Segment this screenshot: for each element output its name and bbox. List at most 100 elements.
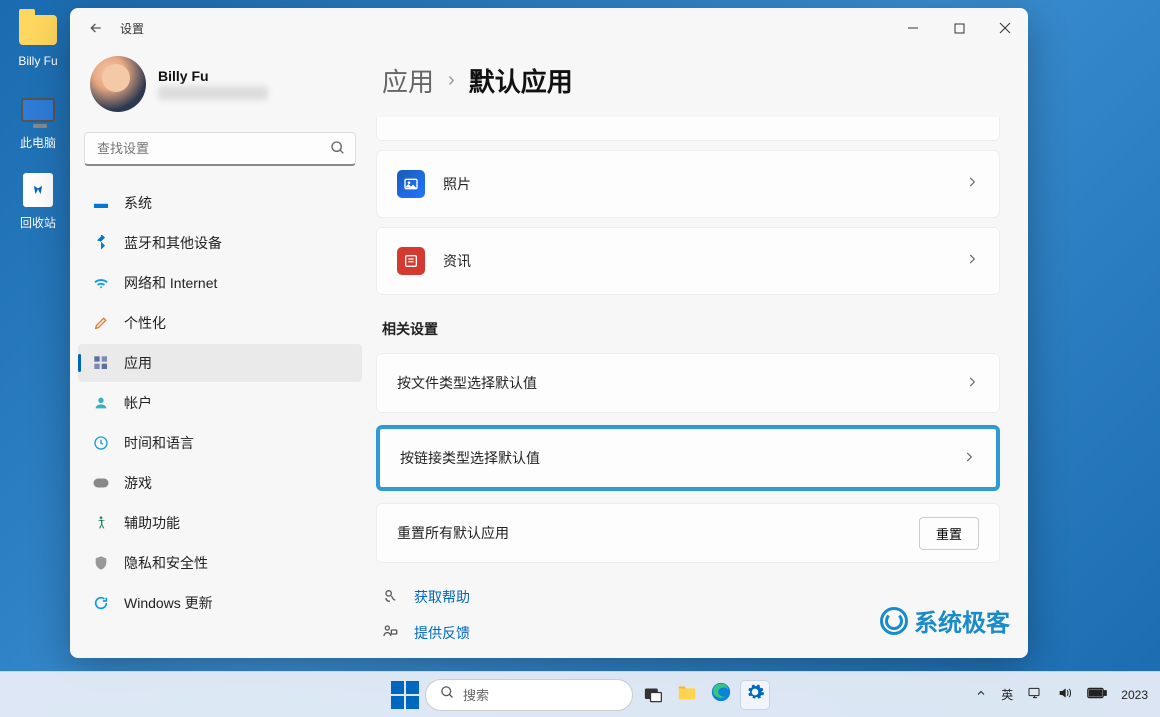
taskbar-search-placeholder: 搜索 <box>463 685 489 704</box>
folder-icon <box>676 681 698 708</box>
row-label: 重置所有默认应用 <box>397 523 919 543</box>
person-icon <box>92 394 110 412</box>
task-view-icon <box>643 685 663 705</box>
sidebar-item-label: Windows 更新 <box>124 593 213 613</box>
avatar <box>90 56 146 112</box>
search-icon <box>330 140 346 161</box>
help-icon <box>382 588 400 607</box>
taskbar-year[interactable]: 2023 <box>1121 688 1148 702</box>
news-app-icon <box>397 247 425 275</box>
back-button[interactable] <box>84 16 108 40</box>
taskbar: 搜索 英 2023 <box>0 671 1160 717</box>
titlebar: 设置 <box>70 8 1028 48</box>
taskbar-search[interactable]: 搜索 <box>425 679 633 711</box>
taskbar-tray: 英 2023 <box>975 686 1148 703</box>
start-button[interactable] <box>391 681 419 709</box>
sidebar-item-privacy[interactable]: 隐私和安全性 <box>78 544 362 582</box>
battery-tray-icon[interactable] <box>1087 687 1107 702</box>
sidebar-item-bluetooth[interactable]: 蓝牙和其他设备 <box>78 224 362 262</box>
sidebar-item-label: 帐户 <box>124 393 152 413</box>
row-label: 按链接类型选择默认值 <box>400 448 962 468</box>
chevron-right-icon <box>965 252 979 271</box>
chevron-right-icon <box>965 175 979 194</box>
watermark-icon <box>880 607 908 635</box>
apps-icon <box>92 354 110 372</box>
photos-app-icon <box>397 170 425 198</box>
desktop-icon-label: 回收站 <box>8 214 68 231</box>
wifi-icon <box>92 274 110 292</box>
taskbar-task-view[interactable] <box>639 681 667 709</box>
row-choose-defaults-by-filetype[interactable]: 按文件类型选择默认值 <box>376 353 1000 413</box>
maximize-button[interactable] <box>936 8 982 48</box>
monitor-icon: ▬ <box>92 194 110 212</box>
link-label: 提供反馈 <box>414 623 470 643</box>
gear-icon <box>745 682 765 707</box>
search-icon <box>440 685 455 705</box>
desktop-icon-recycle-bin[interactable]: 回收站 <box>8 170 68 231</box>
sidebar-item-label: 时间和语言 <box>124 433 194 453</box>
minimize-button[interactable] <box>890 8 936 48</box>
taskbar-settings[interactable] <box>741 681 769 709</box>
sidebar-item-label: 网络和 Internet <box>124 273 217 293</box>
breadcrumb: 应用 › 默认应用 <box>376 62 1000 99</box>
sidebar-item-network[interactable]: 网络和 Internet <box>78 264 362 302</box>
maximize-icon <box>954 23 965 34</box>
taskbar-explorer[interactable] <box>673 681 701 709</box>
desktop-icon-folder[interactable]: Billy Fu <box>8 10 68 68</box>
accessibility-icon <box>92 514 110 532</box>
update-icon <box>92 594 110 612</box>
feedback-icon <box>382 624 400 643</box>
settings-window: 设置 Billy Fu ▬ <box>70 8 1028 658</box>
search-input[interactable] <box>84 132 356 166</box>
sidebar-item-label: 蓝牙和其他设备 <box>124 233 222 253</box>
gamepad-icon <box>92 474 110 492</box>
sidebar-item-label: 隐私和安全性 <box>124 553 208 573</box>
globe-clock-icon <box>92 434 110 452</box>
network-tray-icon[interactable] <box>1027 686 1043 703</box>
search-wrap <box>84 132 356 166</box>
taskbar-edge[interactable] <box>707 681 735 709</box>
close-icon <box>999 22 1011 34</box>
bluetooth-icon <box>92 234 110 252</box>
row-reset-all-defaults: 重置所有默认应用 重置 <box>376 503 1000 563</box>
card-partial-top[interactable] <box>376 117 1000 141</box>
arrow-left-icon <box>88 20 104 36</box>
default-app-card-photos[interactable]: 照片 <box>376 150 1000 218</box>
sidebar-item-windows-update[interactable]: Windows 更新 <box>78 584 362 622</box>
chevron-right-icon <box>965 375 979 392</box>
default-app-card-news[interactable]: 资讯 <box>376 227 1000 295</box>
minimize-icon <box>907 22 919 34</box>
profile-block[interactable]: Billy Fu <box>78 48 362 128</box>
related-settings-title: 相关设置 <box>382 319 1000 339</box>
chevron-right-icon: › <box>448 69 455 92</box>
folder-icon <box>18 10 58 50</box>
reset-button[interactable]: 重置 <box>919 517 979 550</box>
sidebar-item-label: 应用 <box>124 353 152 373</box>
row-choose-defaults-by-linktype[interactable]: 按链接类型选择默认值 <box>376 425 1000 491</box>
ime-indicator[interactable]: 英 <box>1001 686 1013 703</box>
sidebar-item-label: 个性化 <box>124 313 166 333</box>
sidebar-item-time-language[interactable]: 时间和语言 <box>78 424 362 462</box>
sidebar-item-label: 辅助功能 <box>124 513 180 533</box>
breadcrumb-parent[interactable]: 应用 <box>382 62 434 99</box>
sidebar-item-system[interactable]: ▬ 系统 <box>78 184 362 222</box>
shield-icon <box>92 554 110 572</box>
sidebar-item-gaming[interactable]: 游戏 <box>78 464 362 502</box>
desktop-icon-label: Billy Fu <box>8 54 68 68</box>
pc-icon <box>18 90 58 130</box>
volume-tray-icon[interactable] <box>1057 686 1073 703</box>
row-label: 按文件类型选择默认值 <box>397 373 965 393</box>
sidebar-item-accounts[interactable]: 帐户 <box>78 384 362 422</box>
close-button[interactable] <box>982 8 1028 48</box>
desktop-icon-this-pc[interactable]: 此电脑 <box>8 90 68 151</box>
sidebar-item-accessibility[interactable]: 辅助功能 <box>78 504 362 542</box>
sidebar-item-apps[interactable]: 应用 <box>78 344 362 382</box>
recycle-bin-icon <box>18 170 58 210</box>
nav: ▬ 系统 蓝牙和其他设备 网络和 Internet 个性化 应用 <box>78 184 362 622</box>
sidebar-item-label: 游戏 <box>124 473 152 493</box>
tray-chevron-up-icon[interactable] <box>975 687 987 702</box>
profile-name: Billy Fu <box>158 68 268 84</box>
sidebar-item-personalization[interactable]: 个性化 <box>78 304 362 342</box>
card-label: 资讯 <box>443 251 965 271</box>
watermark-text: 系统极客 <box>914 603 1010 638</box>
